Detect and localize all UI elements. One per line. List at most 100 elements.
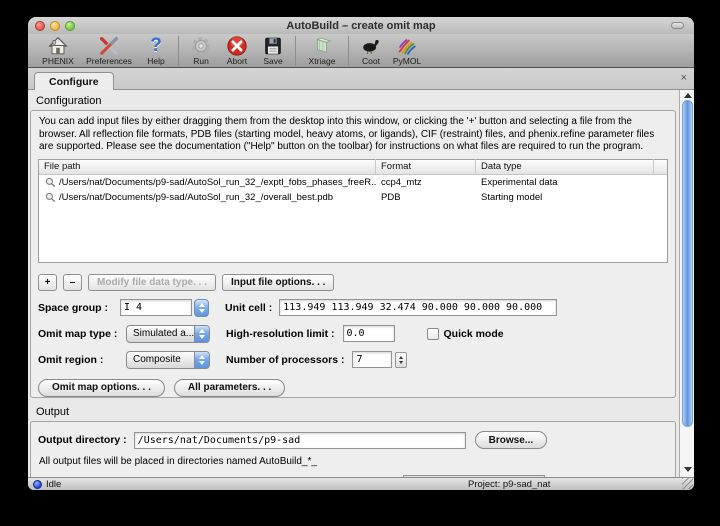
file-path-cell: /Users/nat/Documents/p9-sad/AutoSol_run_… — [59, 177, 376, 188]
num-processors-input[interactable]: 7 — [352, 351, 392, 368]
scroll-up-icon[interactable] — [684, 93, 692, 98]
column-header-data-type[interactable]: Data type — [476, 159, 654, 174]
output-directory-row: Output directory : /Users/nat/Documents/… — [38, 431, 668, 449]
crossed-tools-icon — [98, 35, 120, 57]
output-heading: Output — [36, 406, 677, 418]
window-title: AutoBuild – create omit map — [28, 20, 694, 32]
space-group-row: Space group : I 4 Unit cell : 113.949 11… — [38, 299, 668, 317]
toolbar-item-label: Abort — [227, 57, 247, 66]
unit-cell-input[interactable]: 113.949 113.949 32.474 90.000 90.000 90.… — [279, 299, 557, 316]
browse-button[interactable]: Browse... — [475, 431, 547, 449]
format-cell: ccp4_mtz — [376, 177, 476, 188]
options-buttons-row: Omit map options. . . All parameters. . … — [38, 379, 668, 397]
add-file-button[interactable]: + — [38, 274, 57, 291]
omit-region-row: Omit region : Composite Number of proces… — [38, 351, 668, 369]
toolbar-separator — [348, 36, 349, 66]
configuration-group: You can add input files by either draggi… — [30, 110, 676, 398]
table-row[interactable]: /Users/nat/Documents/p9-sad/AutoSol_run_… — [39, 190, 667, 205]
table-header: File path Format Data type — [39, 160, 667, 175]
toolbar-item-label: PHENIX — [42, 57, 74, 66]
abort-button[interactable]: Abort — [219, 35, 255, 66]
phenix-home-icon — [47, 35, 69, 57]
input-file-options-button[interactable]: Input file options. . . — [222, 274, 334, 291]
column-header-filler — [654, 159, 667, 174]
gear-icon — [190, 35, 212, 57]
column-header-file-path[interactable]: File path — [39, 159, 376, 174]
omit-map-options-button[interactable]: Omit map options. . . — [38, 379, 165, 397]
high-resolution-limit-label: High-resolution limit : — [226, 328, 335, 340]
space-group-label: Space group : — [38, 302, 120, 314]
main-content: Configuration You can add input files by… — [28, 90, 694, 477]
project-label: Project: p9-sad_nat — [468, 479, 550, 490]
pymol-ribbon-icon — [396, 35, 418, 57]
xtriage-button[interactable]: Xtriage — [300, 35, 344, 66]
omit-map-type-dropdown[interactable]: Simulated a... — [126, 325, 210, 343]
file-buttons-row: + – Modify file data type. . . Input fil… — [38, 274, 668, 291]
magnifier-icon — [45, 192, 56, 203]
scroll-down-icon[interactable] — [684, 467, 692, 472]
output-group: Output directory : /Users/nat/Documents/… — [30, 421, 676, 477]
toolbar-separator — [295, 36, 296, 66]
configuration-description: You can add input files by either draggi… — [39, 116, 667, 154]
output-directory-label: Output directory : — [38, 434, 127, 446]
data-type-cell: Starting model — [476, 192, 654, 203]
scrollbar-thumb[interactable] — [682, 100, 693, 427]
remove-file-button[interactable]: – — [63, 274, 82, 291]
title-bar: AutoBuild – create omit map — [28, 17, 694, 34]
status-text: Idle — [46, 479, 61, 490]
omit-region-dropdown[interactable]: Composite — [126, 351, 210, 369]
crystal-icon — [311, 35, 333, 57]
high-resolution-limit-input[interactable]: 0.0 — [343, 325, 395, 342]
omit-map-type-label: Omit map type : — [38, 328, 126, 340]
toolbar-toggle-button[interactable] — [671, 22, 684, 29]
output-note: All output files will be placed in direc… — [39, 456, 667, 469]
space-group-input[interactable]: I 4 — [120, 299, 192, 316]
table-row[interactable]: /Users/nat/Documents/p9-sad/AutoSol_run_… — [39, 175, 667, 190]
all-parameters-button[interactable]: All parameters. . . — [174, 379, 285, 397]
toolbar-item-label: Save — [263, 57, 282, 66]
status-bar: Idle Project: p9-sad_nat — [28, 477, 694, 490]
toolbar-item-label: Preferences — [86, 57, 132, 66]
space-group-stepper[interactable] — [194, 299, 209, 317]
toolbar-item-label: PyMOL — [393, 57, 421, 66]
help-button[interactable]: ? Help — [138, 35, 174, 66]
save-button[interactable]: Save — [255, 35, 291, 66]
output-directory-input[interactable]: /Users/nat/Documents/p9-sad — [134, 432, 466, 449]
num-processors-spinner[interactable] — [395, 352, 407, 368]
toolbar-item-label: Help — [147, 57, 164, 66]
status-indicator-icon — [33, 480, 42, 489]
phenix-button[interactable]: PHENIX — [36, 35, 80, 66]
resize-grip[interactable] — [682, 478, 693, 489]
magnifier-icon — [45, 177, 56, 188]
data-type-cell: Experimental data — [476, 177, 654, 188]
tab-strip: Configure × — [28, 68, 694, 90]
toolbar-item-label: Coot — [362, 57, 380, 66]
vertical-scrollbar[interactable] — [679, 90, 694, 477]
input-files-table[interactable]: File path Format Data type /Users/nat/Do… — [38, 159, 668, 263]
unit-cell-label: Unit cell : — [225, 302, 272, 314]
abort-x-icon — [226, 35, 248, 57]
toolbar-item-label: Xtriage — [309, 57, 336, 66]
floppy-disk-icon — [262, 35, 284, 57]
num-processors-label: Number of processors : — [226, 354, 344, 366]
preferences-button[interactable]: Preferences — [80, 35, 138, 66]
column-header-format[interactable]: Format — [376, 159, 476, 174]
run-button[interactable]: Run — [183, 35, 219, 66]
configuration-heading: Configuration — [36, 95, 677, 107]
tab-close-icon[interactable]: × — [681, 72, 687, 84]
format-cell: PDB — [376, 192, 476, 203]
omit-map-type-row: Omit map type : Simulated a... High-reso… — [38, 325, 668, 343]
dropdown-arrows-icon — [194, 326, 209, 342]
modify-file-data-type-button: Modify file data type. . . — [88, 274, 216, 291]
tab-configure[interactable]: Configure — [34, 72, 114, 90]
coot-button[interactable]: Coot — [353, 35, 389, 66]
toolbar-separator — [178, 36, 179, 66]
question-mark-icon: ? — [150, 35, 162, 57]
quick-mode-checkbox[interactable] — [427, 328, 439, 340]
app-window: AutoBuild – create omit map PHENIX Prefe… — [28, 17, 694, 490]
dropdown-arrows-icon — [194, 352, 209, 368]
toolbar: PHENIX Preferences ? Help Run Abort — [28, 34, 694, 68]
pymol-button[interactable]: PyMOL — [389, 35, 425, 66]
coot-bird-icon — [360, 35, 382, 57]
omit-region-label: Omit region : — [38, 354, 126, 366]
